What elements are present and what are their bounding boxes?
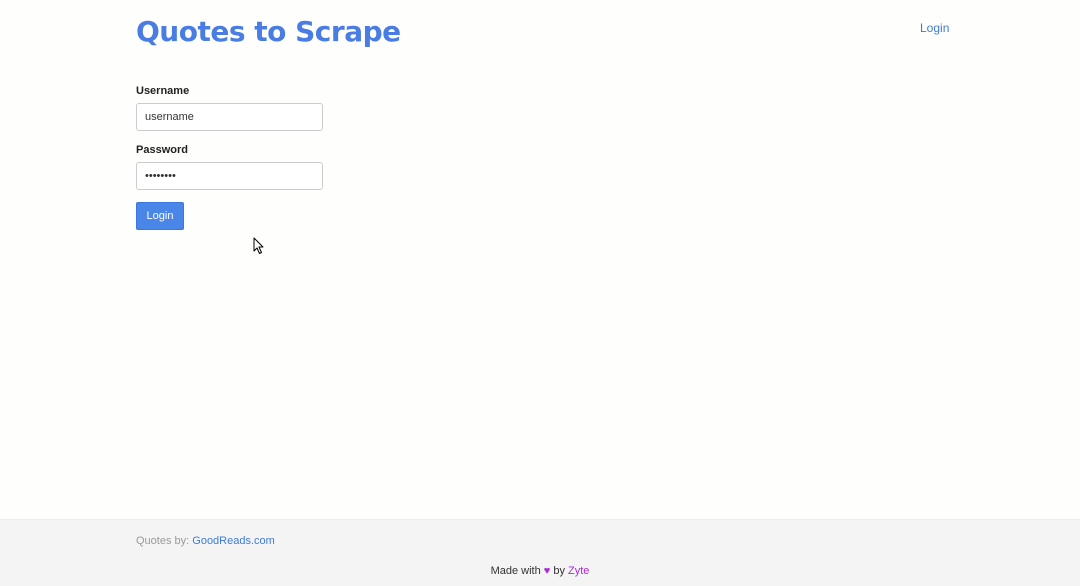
goodreads-link[interactable]: GoodReads.com bbox=[192, 535, 275, 547]
login-button[interactable]: Login bbox=[136, 202, 184, 230]
username-label: Username bbox=[136, 85, 190, 97]
made-with-label: Made with bbox=[490, 565, 544, 577]
quotes-by-label: Quotes by: bbox=[136, 535, 193, 547]
made-with-credit: Made with ♥ by Zyte bbox=[0, 565, 1080, 578]
mouse-pointer-icon bbox=[253, 237, 264, 254]
page: Quotes to Scrape Login Username Password… bbox=[0, 0, 1080, 586]
password-label: Password bbox=[136, 144, 188, 156]
site-title-link[interactable]: Quotes to Scrape bbox=[136, 13, 401, 51]
header-login-link[interactable]: Login bbox=[920, 21, 949, 35]
zyte-link[interactable]: Zyte bbox=[568, 565, 589, 577]
footer: Quotes by: GoodReads.com Made with ♥ by … bbox=[0, 519, 1080, 586]
quotes-source: Quotes by: GoodReads.com bbox=[136, 535, 275, 548]
by-label: by bbox=[550, 565, 569, 577]
username-input[interactable] bbox=[136, 103, 323, 131]
password-input[interactable] bbox=[136, 162, 323, 190]
